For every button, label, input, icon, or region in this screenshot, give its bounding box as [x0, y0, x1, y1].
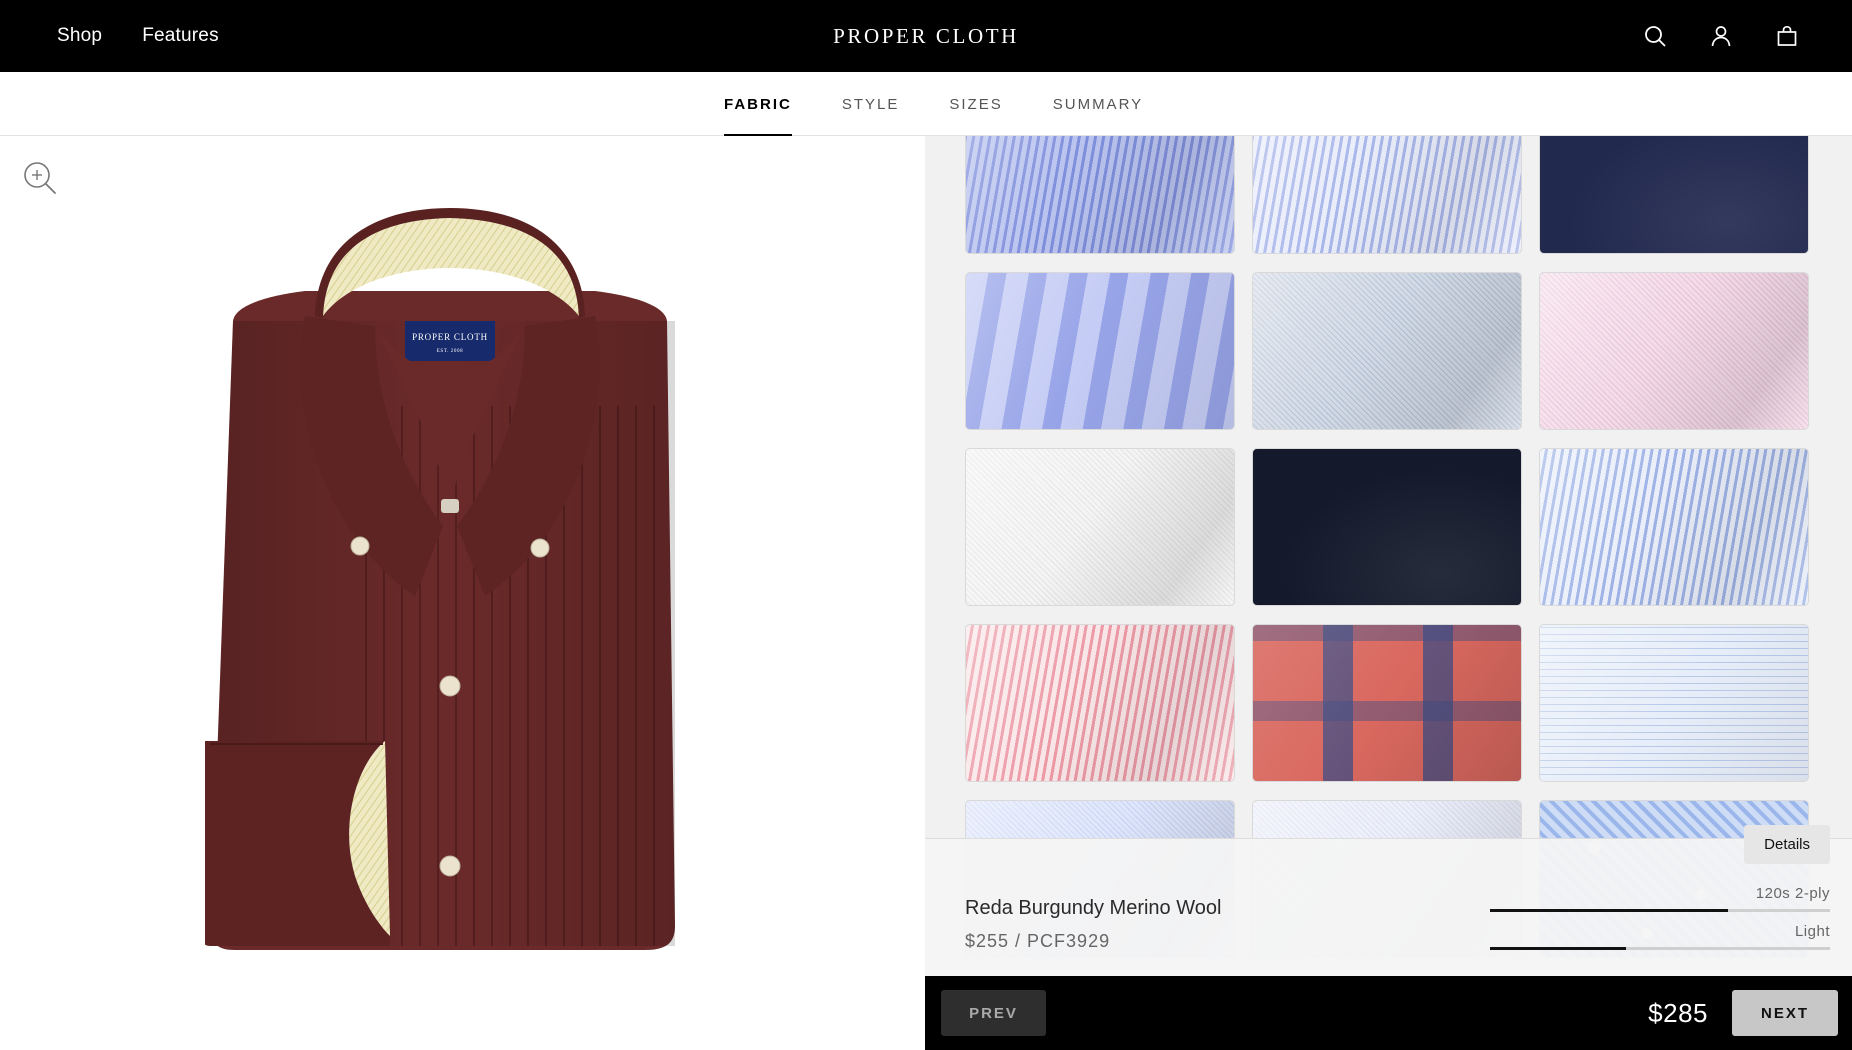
fabric-swatch-blue-bengal-stripe[interactable] — [1539, 448, 1809, 606]
attribute-track — [1490, 909, 1830, 912]
fabric-swatch-midnight-solid[interactable] — [1252, 448, 1522, 606]
fabric-swatch-light-blue-stripe[interactable] — [1252, 136, 1522, 254]
attribute-fill — [1490, 947, 1626, 950]
fabric-swatch-grey-blue-texture[interactable] — [1252, 272, 1522, 430]
fabric-swatch-pink-texture[interactable] — [1539, 272, 1809, 430]
fabric-swatch-grid — [965, 136, 1809, 958]
main-nav: Shop Features — [57, 0, 219, 72]
tab-style[interactable]: STYLE — [842, 72, 900, 136]
fabric-name: Reda Burgundy Merino Wool — [965, 897, 1222, 919]
fabric-swatch-navy-solid[interactable] — [1539, 136, 1809, 254]
fabric-swatch-red-navy-plaid[interactable] — [1252, 624, 1522, 782]
prev-button[interactable]: PREV — [941, 990, 1046, 1036]
selected-fabric-info: Details Reda Burgundy Merino Wool $255 /… — [925, 825, 1852, 976]
shirt-label-subtext: EST. 2008 — [437, 349, 463, 354]
fabric-attribute-meter: Light — [1490, 923, 1830, 950]
top-navigation-bar: Shop Features PROPER CLOTH — [0, 0, 1852, 72]
fabric-attribute-meter: 120s 2-ply — [1490, 885, 1830, 912]
nav-features[interactable]: Features — [142, 25, 219, 47]
search-icon[interactable] — [1642, 23, 1668, 49]
tab-sizes[interactable]: SIZES — [949, 72, 1002, 136]
header-icons — [1642, 0, 1800, 72]
fabric-swatch-blue-stripe[interactable] — [965, 136, 1235, 254]
attribute-track — [1490, 947, 1830, 950]
account-icon[interactable] — [1708, 23, 1734, 49]
logo[interactable]: PROPER CLOTH — [833, 24, 1019, 49]
attribute-fill — [1490, 909, 1728, 912]
fabric-swatch-blue-dobby-stripe[interactable] — [965, 272, 1235, 430]
shirt-label-text: PROPER CLOTH — [412, 332, 488, 342]
fabric-swatch-pink-stripe[interactable] — [965, 624, 1235, 782]
zoom-in-icon[interactable] — [22, 160, 58, 196]
shirt-preview: PROPER CLOTH EST. 2008 — [0, 136, 925, 1050]
attribute-label: Light — [1794, 923, 1830, 940]
logo-container: PROPER CLOTH — [0, 0, 1852, 72]
configurator-steps: FABRIC STYLE SIZES SUMMARY — [0, 72, 1852, 137]
tab-summary[interactable]: SUMMARY — [1053, 72, 1143, 136]
total-price: $285 — [1648, 997, 1708, 1028]
details-button[interactable]: Details — [1744, 825, 1830, 864]
shirt-image: PROPER CLOTH EST. 2008 — [205, 208, 675, 950]
fabric-swatch-white-texture[interactable] — [965, 448, 1235, 606]
fabric-price-code: $255 / PCF3929 — [965, 931, 1111, 951]
attribute-label: 120s 2-ply — [1755, 885, 1830, 902]
tab-fabric[interactable]: FABRIC — [724, 72, 792, 137]
fabric-swatch-blue-check[interactable] — [1539, 624, 1809, 782]
bag-icon[interactable] — [1774, 23, 1800, 49]
nav-shop[interactable]: Shop — [57, 25, 102, 47]
next-button[interactable]: NEXT — [1732, 990, 1838, 1036]
bottom-action-bar: PREV $285 NEXT — [925, 976, 1852, 1050]
